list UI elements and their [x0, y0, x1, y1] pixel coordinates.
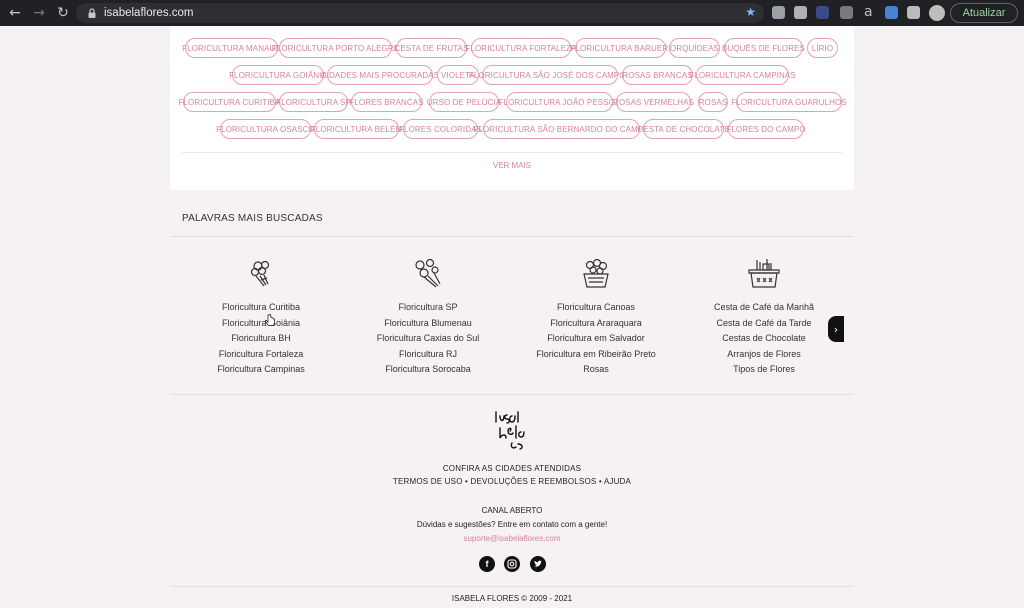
- search-link[interactable]: Floricultura Canoas: [506, 300, 686, 316]
- gift-basket-icon: [748, 259, 780, 288]
- search-link[interactable]: Floricultura em Ribeirão Preto: [506, 347, 686, 363]
- tag-chip[interactable]: CIDADES MAIS PROCURADAS: [321, 65, 439, 85]
- lock-icon: [88, 8, 96, 18]
- tag-chip[interactable]: FLORICULTURA GOIÂNIA: [229, 65, 327, 85]
- tag-chip[interactable]: FLORES BRANCAS: [349, 92, 424, 112]
- search-link[interactable]: Floricultura Sorocaba: [338, 362, 518, 378]
- divider: [170, 586, 854, 587]
- tag-chip[interactable]: FLORICULTURA CURITIBA: [179, 92, 280, 112]
- search-link[interactable]: Floricultura Araraquara: [506, 316, 686, 332]
- policy-links[interactable]: TERMOS DE USO • DEVOLUÇÕES E REEMBOLSOS …: [170, 477, 854, 486]
- tag-chip[interactable]: URSO DE PELÚCIA: [427, 92, 501, 112]
- puzzle-extensions-icon[interactable]: [907, 6, 920, 19]
- cities-link[interactable]: CONFIRA AS CIDADES ATENDIDAS: [170, 464, 854, 473]
- bookmark-star-icon[interactable]: ★: [745, 5, 756, 19]
- tag-chip[interactable]: FLORICULTURA BARUERI: [570, 38, 670, 58]
- update-button[interactable]: Atualizar: [950, 3, 1018, 23]
- tag-chip[interactable]: BUQUÊS DE FLORES: [722, 38, 805, 58]
- search-link[interactable]: Floricultura Blumenau: [338, 316, 518, 332]
- search-link[interactable]: Cesta de Café da Manhã: [674, 300, 854, 316]
- search-link[interactable]: Floricultura Goiânia: [171, 316, 351, 332]
- tag-chip[interactable]: FLORICULTURA OSASCO: [216, 119, 315, 139]
- search-link[interactable]: Arranjos de Flores: [674, 347, 854, 363]
- twitter-icon[interactable]: [530, 556, 546, 572]
- tag-chip[interactable]: FLORICULTURA PORTO ALEGRE: [272, 38, 399, 58]
- instagram-icon[interactable]: [504, 556, 520, 572]
- back-icon[interactable]: ←: [4, 2, 26, 24]
- search-link[interactable]: Floricultura SP: [338, 300, 518, 316]
- tag-chip[interactable]: CESTA DE CHOCOLATE: [637, 119, 729, 139]
- tag-chip[interactable]: FLORICULTURA SP: [276, 92, 351, 112]
- tags-card: FLORICULTURA MANAUS FLORICULTURA PORTO AL…: [170, 26, 854, 190]
- blue-extension-icon[interactable]: [885, 6, 898, 19]
- divider: [182, 152, 842, 153]
- address-bar[interactable]: isabelaflores.com ★: [76, 3, 764, 23]
- m-extension-icon[interactable]: [794, 6, 807, 19]
- forward-icon[interactable]: →: [28, 2, 50, 24]
- a-extension-icon[interactable]: a: [864, 4, 873, 20]
- search-link[interactable]: Cesta de Café da Tarde: [674, 316, 854, 332]
- tag-chip[interactable]: LÍRIO: [807, 38, 838, 58]
- search-link[interactable]: Floricultura Caxias do Sul: [338, 331, 518, 347]
- tag-chip[interactable]: ORQUÍDEAS: [669, 38, 720, 58]
- reload-icon[interactable]: ↻: [52, 2, 74, 24]
- tag-chip[interactable]: ROSAS VERMELHAS: [613, 92, 694, 112]
- tag-chip[interactable]: CESTA DE FRUTAS: [394, 38, 468, 58]
- search-link[interactable]: Floricultura Fortaleza: [171, 347, 351, 363]
- copyright: ISABELA FLORES © 2009 - 2021: [451, 594, 573, 603]
- search-link[interactable]: Floricultura em Salvador: [506, 331, 686, 347]
- divider: [170, 394, 854, 395]
- tag-chip[interactable]: FLORICULTURA MANAUS: [182, 38, 281, 58]
- contact-question: Dúvidas e sugestões? Entre em contato co…: [416, 520, 608, 529]
- search-column-3: Floricultura Canoas Floricultura Araraqu…: [506, 256, 686, 378]
- dark-extension-icon[interactable]: [816, 6, 829, 19]
- tag-chip[interactable]: FLORES DO CAMPO: [726, 119, 806, 139]
- hand-cursor-icon: [265, 314, 275, 326]
- tag-chip[interactable]: ROSAS: [698, 92, 728, 112]
- url-text: isabelaflores.com: [104, 7, 194, 19]
- search-link[interactable]: Cestas de Chocolate: [674, 331, 854, 347]
- tag-chip[interactable]: FLORICULTURA BELÉM: [311, 119, 402, 139]
- carousel-next-button[interactable]: ›: [828, 316, 844, 342]
- tag-chip[interactable]: FLORICULTURA JOÃO PESSOA: [499, 92, 620, 112]
- camera-extension-icon[interactable]: [772, 6, 785, 19]
- search-column-4: Cesta de Café da Manhã Cesta de Café da …: [674, 256, 854, 378]
- tag-chip[interactable]: FLORES COLORIDAS: [399, 119, 482, 139]
- flowers-icon: [415, 258, 441, 288]
- search-link[interactable]: Floricultura Campinas: [171, 362, 351, 378]
- browser-toolbar: ← → ↻ isabelaflores.com ★ a Atualizar: [0, 0, 1024, 26]
- flower-basket-icon: [583, 258, 609, 288]
- tag-chip[interactable]: FLORICULTURA CAMPINAS: [689, 65, 796, 85]
- ver-mais-link[interactable]: VER MAIS: [170, 161, 854, 170]
- facebook-icon[interactable]: f: [479, 556, 495, 572]
- search-link[interactable]: Floricultura Curitiba: [171, 300, 351, 316]
- search-link[interactable]: Floricultura RJ: [338, 347, 518, 363]
- search-column-1: Floricultura Curitiba Floricultura Goiân…: [171, 256, 351, 378]
- tag-chip[interactable]: FLORICULTURA SÃO JOSÉ DOS CAMPOS: [469, 65, 631, 85]
- canal-aberto-heading: CANAL ABERTO: [481, 506, 543, 515]
- search-link[interactable]: Tipos de Flores: [674, 362, 854, 378]
- search-column-2: Floricultura SP Floricultura Blumenau Fl…: [338, 256, 518, 378]
- tag-chip[interactable]: ROSAS BRANCAS: [622, 65, 693, 85]
- tag-chip[interactable]: FLORICULTURA SÃO BERNARDO DO CAMPO: [473, 119, 649, 139]
- search-link[interactable]: Rosas: [506, 362, 686, 378]
- tag-chip[interactable]: FLORICULTURA GUARULHOS: [731, 92, 847, 112]
- isabela-flores-logo: [495, 411, 525, 450]
- bouquet-icon: [250, 260, 270, 287]
- support-email-link[interactable]: suporte@isabelaflores.com: [170, 534, 854, 543]
- pen-extension-icon[interactable]: [840, 6, 853, 19]
- profile-avatar[interactable]: [929, 5, 945, 21]
- search-link[interactable]: Floricultura BH: [171, 331, 351, 347]
- divider: [170, 236, 854, 237]
- section-title: PALAVRAS MAIS BUSCADAS: [182, 213, 323, 224]
- tag-chip[interactable]: FLORICULTURA FORTALEZA: [465, 38, 576, 58]
